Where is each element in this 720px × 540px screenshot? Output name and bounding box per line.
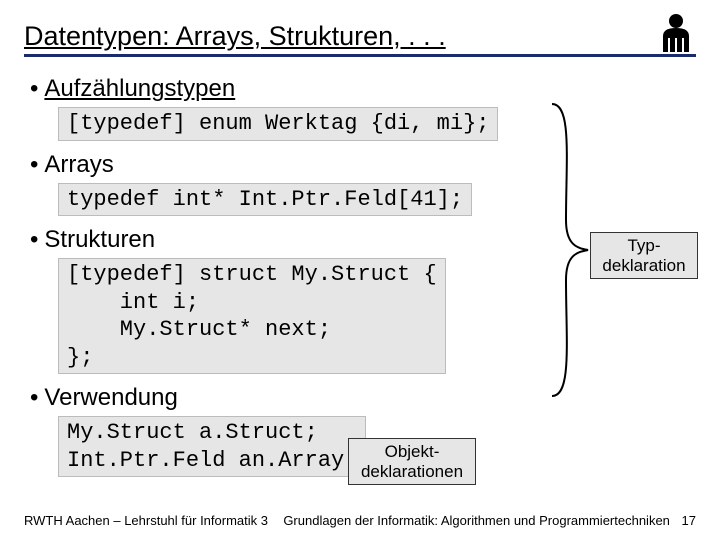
footer-left: RWTH Aachen – Lehrstuhl für Informatik 3 [24,513,268,528]
bullet-arrays: • Arrays [30,151,696,179]
bullet-dot-icon: • [30,386,38,410]
code-usage: My.Struct a.Struct; Int.Ptr.Feld an.Arra… [58,416,366,477]
bullet-label: Arrays [44,151,113,179]
page-number: 17 [682,513,696,528]
label-objektdeklarationen: Objekt- deklarationen [348,438,476,485]
label-line: Objekt- [385,442,440,461]
bullet-dot-icon: • [30,77,38,101]
bullet-label: Aufzählungstypen [44,75,235,103]
bullet-dot-icon: • [30,228,38,252]
label-line: deklarationen [361,462,463,481]
bullet-label: Verwendung [44,384,177,412]
label-line: deklaration [602,256,685,275]
code-typedef: typedef int* Int.Ptr.Feld[41]; [58,183,472,217]
bullet-label: Strukturen [44,226,155,254]
label-line: Typ- [627,236,660,255]
code-struct: [typedef] struct My.Struct { int i; My.S… [58,258,446,374]
label-typdeklaration: Typ- deklaration [590,232,698,279]
footer: RWTH Aachen – Lehrstuhl für Informatik 3… [24,513,696,528]
code-enum: [typedef] enum Werktag {di, mi}; [58,107,498,141]
footer-right: Grundlagen der Informatik: Algorithmen u… [283,513,696,528]
logo-icon [656,12,696,52]
bullet-enum: • Aufzählungstypen [30,75,696,103]
bullet-dot-icon: • [30,153,38,177]
page-title: Datentypen: Arrays, Strukturen, . . . [24,21,446,52]
bullet-usage: • Verwendung [30,384,696,412]
